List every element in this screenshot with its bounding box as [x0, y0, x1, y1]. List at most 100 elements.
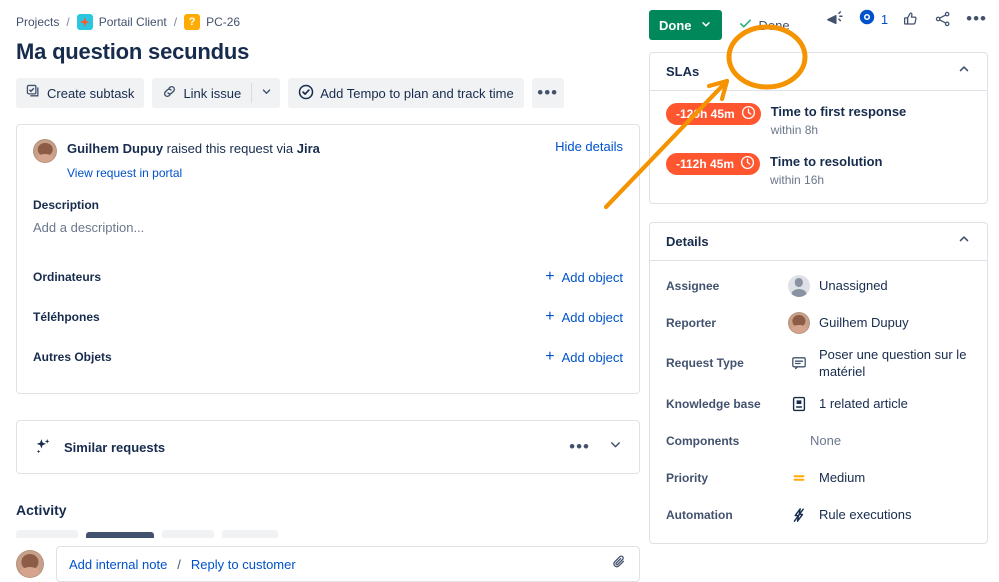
resolution-done-indicator: Done: [738, 16, 790, 34]
paperclip-icon[interactable]: [611, 554, 627, 575]
activity-tabs: [16, 526, 640, 538]
sla-text: Time to first response within 8h: [771, 103, 907, 139]
priority-medium-icon: [788, 470, 810, 486]
similar-requests-title: Similar requests: [64, 440, 165, 455]
hide-details-button[interactable]: Hide details: [555, 139, 623, 154]
more-actions-icon[interactable]: •••: [569, 442, 590, 452]
reporter-name: Guilhem Dupuy: [67, 141, 163, 156]
raised-request-text: Guilhem Dupuy raised this request via Ji…: [67, 139, 320, 159]
view-request-in-portal-label[interactable]: View request in portal: [67, 166, 182, 180]
watch-issue-button[interactable]: 1: [858, 8, 888, 31]
slas-panel: SLAs -120h 45m: [649, 52, 988, 204]
details-panel-body: Assignee Unassigned Reporter Guilhem Dup…: [650, 261, 987, 543]
breadcrumb-issue-key[interactable]: PC-26: [206, 15, 240, 29]
add-object-button[interactable]: + Add object: [545, 270, 623, 285]
assignee-name: Unassigned: [819, 278, 888, 293]
project-avatar-icon: [77, 14, 93, 30]
detail-row-assignee: Assignee Unassigned: [666, 267, 971, 304]
activity-tab[interactable]: [222, 530, 278, 538]
activity-tab-selected[interactable]: [86, 532, 154, 538]
reporter-name: Guilhem Dupuy: [819, 315, 909, 330]
sla-item: -120h 45m Time to first response within …: [666, 103, 971, 139]
description-input[interactable]: Add a description...: [33, 220, 623, 235]
plus-icon: +: [545, 270, 554, 284]
breadcrumb-project[interactable]: Portail Client: [99, 15, 167, 29]
detail-label: Reporter: [666, 316, 788, 330]
more-actions-icon[interactable]: •••: [966, 14, 987, 24]
add-object-button[interactable]: + Add object: [545, 310, 623, 325]
sla-badge: -120h 45m: [666, 103, 761, 125]
detail-value[interactable]: 1 related article: [788, 396, 908, 412]
status-dropdown-button[interactable]: Done: [649, 10, 722, 40]
link-issue-dropdown-button[interactable]: [252, 78, 280, 108]
detail-value[interactable]: Poser une question sur le matériel: [788, 346, 971, 380]
link-issue-split-button: Link issue: [152, 78, 280, 108]
add-internal-note-button[interactable]: Add internal note: [69, 557, 167, 572]
sparkle-ai-icon: [33, 437, 53, 457]
chevron-down-icon: [700, 18, 712, 33]
guilhem-dupuy-avatar: [33, 139, 57, 163]
more-actions-icon: •••: [537, 88, 558, 98]
breadcrumb-projects[interactable]: Projects: [16, 15, 59, 29]
plus-icon: +: [545, 350, 554, 364]
knowledge-base-value: 1 related article: [819, 396, 908, 411]
raised-mid-text: raised this request via: [163, 141, 297, 156]
tempo-check-icon: [298, 84, 314, 103]
breadcrumb-separator: /: [66, 15, 69, 29]
activity-tab[interactable]: [16, 530, 78, 538]
request-header: Guilhem Dupuy raised this request via Ji…: [33, 139, 623, 163]
add-object-label: Add object: [562, 350, 623, 365]
detail-row-components: Components None: [666, 422, 971, 459]
comment-input-box[interactable]: Add internal note / Reply to customer: [56, 546, 640, 582]
raised-channel: Jira: [297, 141, 320, 156]
similar-requests-actions: •••: [569, 437, 623, 457]
share-icon[interactable]: [934, 10, 952, 28]
detail-row-priority: Priority Medium: [666, 459, 971, 496]
issue-action-toolbar: Create subtask Link issue: [16, 78, 640, 108]
chevron-up-icon[interactable]: [957, 62, 971, 81]
object-field-row: Téléhpones + Add object: [33, 297, 623, 337]
megaphone-icon[interactable]: [825, 10, 844, 29]
detail-label: Assignee: [666, 279, 788, 293]
detail-value[interactable]: Unassigned: [788, 275, 888, 297]
thumbs-up-icon[interactable]: [902, 10, 920, 28]
watch-count: 1: [881, 12, 888, 27]
chevron-down-icon[interactable]: [608, 437, 623, 457]
detail-value[interactable]: Rule executions: [788, 507, 912, 523]
details-panel-header: Details: [650, 223, 987, 261]
add-object-label: Add object: [562, 270, 623, 285]
detail-value[interactable]: None: [788, 433, 841, 448]
add-object-button[interactable]: + Add object: [545, 350, 623, 365]
request-type-value: Poser une question sur le matériel: [819, 346, 971, 380]
add-tempo-label: Add Tempo to plan and track time: [320, 86, 513, 101]
automation-bolt-icon: [788, 507, 810, 523]
detail-value[interactable]: Medium: [788, 470, 865, 486]
request-type-comment-icon: [788, 355, 810, 371]
activity-tab[interactable]: [162, 530, 214, 538]
link-issue-button[interactable]: Link issue: [152, 78, 251, 108]
check-icon: [738, 16, 753, 34]
toolbar-more-actions-button[interactable]: •••: [532, 78, 564, 108]
create-subtask-button[interactable]: Create subtask: [16, 78, 144, 108]
question-issue-type-icon: ?: [184, 14, 200, 30]
issue-sidebar-column: 1 ••• Done: [640, 0, 999, 567]
details-panel: Details Assignee Unassigned Reporter: [649, 222, 988, 544]
description-label: Description: [33, 198, 623, 212]
priority-value: Medium: [819, 470, 865, 485]
reply-to-customer-button[interactable]: Reply to customer: [191, 557, 296, 572]
detail-value[interactable]: Guilhem Dupuy: [788, 312, 909, 334]
view-request-in-portal-link: View request in portal: [67, 166, 623, 180]
status-label: Done: [659, 18, 692, 33]
link-icon: [162, 84, 177, 102]
request-details-card: Guilhem Dupuy raised this request via Ji…: [16, 124, 640, 394]
add-tempo-button[interactable]: Add Tempo to plan and track time: [288, 78, 523, 108]
detail-label: Priority: [666, 471, 788, 485]
issue-top-actions: 1 •••: [825, 4, 987, 34]
chevron-up-icon[interactable]: [957, 232, 971, 251]
detail-label: Knowledge base: [666, 397, 788, 411]
issue-view-page: Projects / Portail Client / ? PC-26 Ma q…: [0, 0, 999, 567]
components-value: None: [810, 433, 841, 448]
slas-panel-body: -120h 45m Time to first response within …: [650, 91, 987, 203]
similar-requests-card[interactable]: Similar requests •••: [16, 420, 640, 474]
detail-label: Components: [666, 434, 788, 448]
